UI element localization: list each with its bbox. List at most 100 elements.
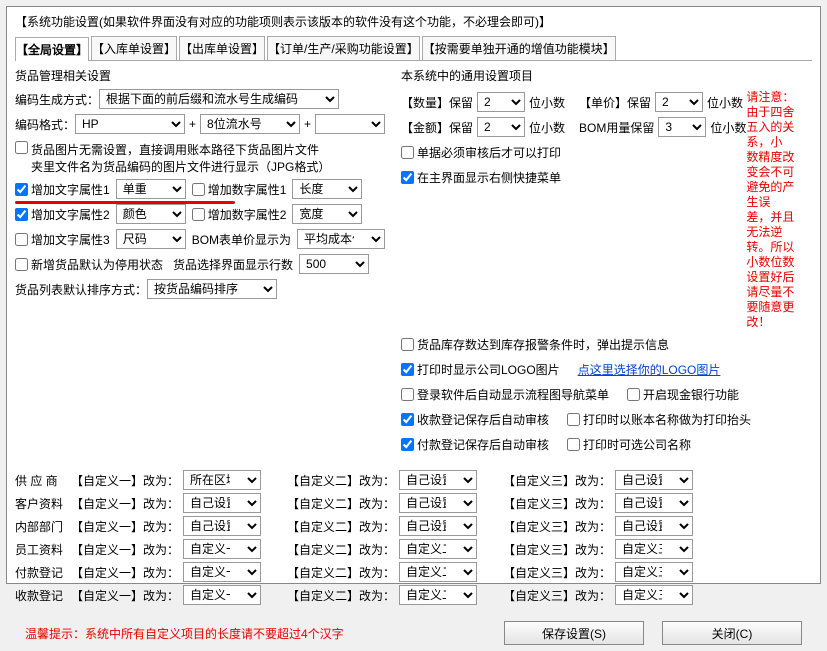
sidebar-checkbox[interactable] [401,171,414,184]
bom-qty-unit: 位小数 [710,119,746,136]
num-attr2-select[interactable]: 宽度 [292,204,362,224]
audit-checkbox[interactable] [401,146,414,159]
custom1-select[interactable]: 自己设置 [183,516,261,536]
num-attr2-label: 增加数字属性2 [208,206,287,223]
custom-row-name: 供 应 商 [15,472,71,489]
encode-gen-label: 编码生成方式： [15,91,99,108]
default-sort-label: 货品列表默认排序方式： [15,281,147,298]
text-attr2-select[interactable]: 颜色 [116,204,186,224]
print-header-label: 打印时以账本名称做为打印抬头 [583,411,751,428]
tab-outbound[interactable]: 【出库单设置】 [179,36,265,60]
select-rows-label: 货品选择界面显示行数 [173,256,293,273]
text-attr3-select[interactable]: 尺码 [116,229,186,249]
encode-prefix-select[interactable]: HP [75,114,185,134]
custom3-label: 【自定义三】改为： [503,472,611,489]
custom3-select[interactable]: 自己设置 [615,470,693,490]
tab-order[interactable]: 【订单/生产/采购功能设置】 [267,36,420,60]
pic-note-line2: 夹里文件名为货品编码的图片文件进行显示（JPG格式） [31,158,330,175]
custom-row: 收款登记【自定义一】改为：自定义一【自定义二】改为：自定义二【自定义三】改为：自… [15,585,812,605]
login-guide-label: 登录软件后自动显示流程图导航菜单 [417,386,609,403]
new-disabled-checkbox[interactable] [15,258,28,271]
custom1-select[interactable]: 所在区域 [183,470,261,490]
text-attr1-checkbox[interactable] [15,183,28,196]
custom2-select[interactable]: 自己设置 [399,493,477,513]
custom2-select[interactable]: 自己设置 [399,470,477,490]
audit-label: 单据必须审核后才可以打印 [417,144,561,161]
custom-row-name: 收款登记 [15,587,71,604]
text-attr3-checkbox[interactable] [15,233,28,246]
custom1-select[interactable]: 自己设置 [183,493,261,513]
amount-select[interactable]: 2 [477,117,525,137]
text-attr1-select[interactable]: 单重 [116,179,186,199]
bom-price-select[interactable]: 平均成本价 [297,229,385,249]
custom1-label: 【自定义一】改为： [71,495,179,512]
pic-note-checkbox[interactable] [15,141,28,154]
amount-label: 【金额】保留 [401,119,473,136]
qty-select[interactable]: 2 [477,92,525,112]
default-sort-select[interactable]: 按货品编码排序 [147,279,277,299]
left-section-title: 货品管理相关设置 [15,67,395,84]
decimal-warning: 请注意：由于四舍五入的关系，小 数精度改变会不可避免的产生误 差，并且无法逆转。… [746,88,795,330]
close-button[interactable]: 关闭(C) [662,621,802,645]
receipt-audit-checkbox[interactable] [401,413,414,426]
custom1-label: 【自定义一】改为： [71,587,179,604]
cash-bank-label: 开启现金银行功能 [643,386,739,403]
print-logo-label: 打印时显示公司LOGO图片 [417,361,560,378]
custom2-select[interactable]: 自定义二 [399,562,477,582]
custom2-label: 【自定义二】改为： [287,564,395,581]
custom3-label: 【自定义三】改为： [503,518,611,535]
print-company-checkbox[interactable] [567,438,580,451]
save-button[interactable]: 保存设置(S) [504,621,644,645]
custom2-select[interactable]: 自定义二 [399,539,477,559]
price-select[interactable]: 2 [655,92,703,112]
encode-gen-select[interactable]: 根据下面的前后缀和流水号生成编码 [99,89,339,109]
num-attr1-select[interactable]: 长度 [292,179,362,199]
custom3-select[interactable]: 自定义三 [615,539,693,559]
num-attr1-checkbox[interactable] [192,183,205,196]
login-guide-checkbox[interactable] [401,388,414,401]
plus-2: + [304,117,311,131]
custom-row-name: 客户资料 [15,495,71,512]
custom1-select[interactable]: 自定义一 [183,585,261,605]
custom1-label: 【自定义一】改为： [71,518,179,535]
bom-qty-label: BOM用量保留 [579,119,654,136]
plus-1: + [189,117,196,131]
custom3-select[interactable]: 自定义三 [615,585,693,605]
encode-seq-select[interactable]: 8位流水号 [200,114,300,134]
custom-row: 员工资料【自定义一】改为：自定义一【自定义二】改为：自定义二【自定义三】改为：自… [15,539,812,559]
qty-unit: 位小数 [529,94,565,111]
text-attr2-checkbox[interactable] [15,208,28,221]
num-attr2-checkbox[interactable] [192,208,205,221]
custom3-select[interactable]: 自己设置 [615,493,693,513]
custom2-label: 【自定义二】改为： [287,495,395,512]
amount-unit: 位小数 [529,119,565,136]
tab-global[interactable]: 【全局设置】 [15,37,89,61]
logo-link[interactable]: 点这里选择你的LOGO图片 [578,361,721,378]
print-header-checkbox[interactable] [567,413,580,426]
payment-audit-checkbox[interactable] [401,438,414,451]
stock-alert-label: 货品库存数达到库存报警条件时，弹出提示信息 [417,336,669,353]
footer-hint: 温馨提示：系统中所有自定义项目的长度请不要超过4个汉字 [25,625,486,642]
bom-price-label: BOM表单价显示为 [192,231,291,248]
tab-addon[interactable]: 【按需要单独开通的增值功能模块】 [422,36,616,60]
custom2-select[interactable]: 自己设置 [399,516,477,536]
encode-fmt-label: 编码格式： [15,116,75,133]
select-rows-select[interactable]: 500 [299,254,369,274]
payment-audit-label: 付款登记保存后自动审核 [417,436,549,453]
encode-suffix-select[interactable] [315,114,385,134]
custom1-select[interactable]: 自定义一 [183,539,261,559]
print-logo-checkbox[interactable] [401,363,414,376]
custom3-select[interactable]: 自定义三 [615,562,693,582]
cash-bank-checkbox[interactable] [627,388,640,401]
custom3-select[interactable]: 自己设置 [615,516,693,536]
custom3-label: 【自定义三】改为： [503,587,611,604]
stock-alert-checkbox[interactable] [401,338,414,351]
price-label: 【单价】保留 [579,94,651,111]
custom1-select[interactable]: 自定义一 [183,562,261,582]
tab-inbound[interactable]: 【入库单设置】 [91,36,177,60]
custom3-label: 【自定义三】改为： [503,495,611,512]
bom-qty-select[interactable]: 3 [658,117,706,137]
custom-row: 供 应 商【自定义一】改为：所在区域【自定义二】改为：自己设置【自定义三】改为：… [15,470,812,490]
custom2-select[interactable]: 自定义二 [399,585,477,605]
text-attr1-label: 增加文字属性1 [31,181,110,198]
